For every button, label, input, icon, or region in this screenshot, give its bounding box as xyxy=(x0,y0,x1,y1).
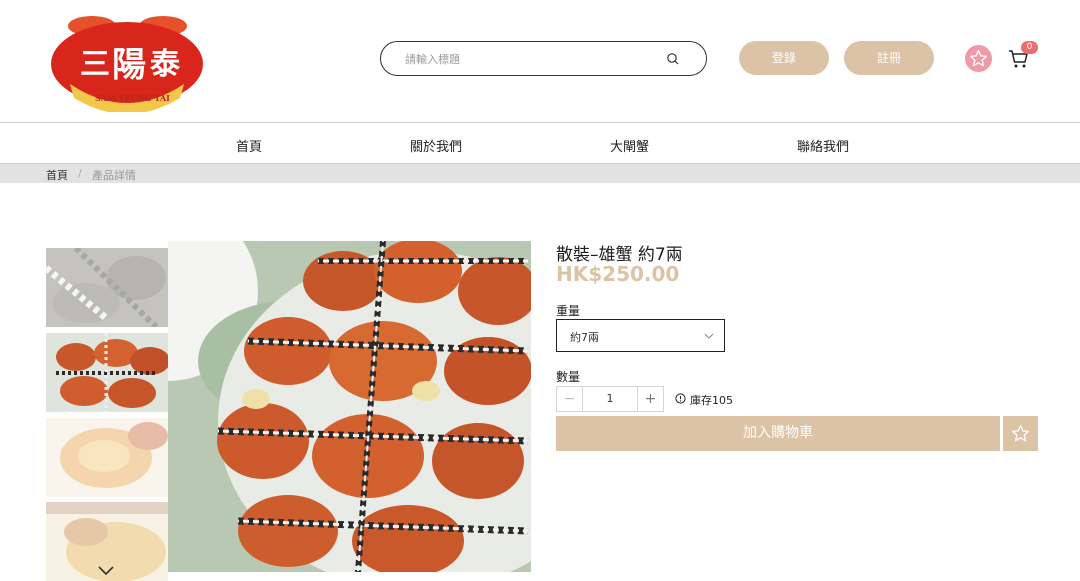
logo-char-2: 陽 xyxy=(112,45,146,85)
weight-label: 重量 xyxy=(556,304,581,318)
quantity-stepper: − 1 + xyxy=(556,386,664,412)
breadcrumb-current: 產品詳情 xyxy=(92,169,136,182)
breadcrumb: 首頁 / 產品詳情 xyxy=(0,164,1080,183)
breadcrumb-home[interactable]: 首頁 xyxy=(46,167,68,183)
quantity-input[interactable]: 1 xyxy=(583,387,637,411)
weight-selected-value: 約7兩 xyxy=(570,331,599,344)
search-bar xyxy=(380,41,707,76)
product-thumbnail-3[interactable] xyxy=(46,418,168,497)
quantity-decrease-button[interactable]: − xyxy=(557,387,583,411)
weight-select[interactable]: 約7兩 xyxy=(556,319,725,352)
product-main-image[interactable] xyxy=(168,241,531,572)
search-input[interactable] xyxy=(405,50,665,68)
product-thumbnail-2[interactable] xyxy=(46,333,168,412)
quantity-label: 數量 xyxy=(556,370,581,384)
logo[interactable]: 三 陽 泰 SAM YEUNG TAI xyxy=(50,12,205,114)
chevron-down-icon[interactable] xyxy=(97,563,115,577)
product-thumbnail-1[interactable] xyxy=(46,248,168,327)
stock-text: 庫存105 xyxy=(690,394,733,407)
logo-char-1: 三 xyxy=(80,47,110,82)
favorites-button[interactable] xyxy=(965,45,992,72)
add-to-cart-button[interactable]: 加入購物車 xyxy=(556,416,1000,451)
quantity-increase-button[interactable]: + xyxy=(637,387,663,411)
chevron-down-icon xyxy=(704,333,714,339)
breadcrumb-separator: / xyxy=(78,167,82,180)
nav-item-home[interactable]: 首頁 xyxy=(236,136,262,155)
nav-item-contact[interactable]: 聯絡我們 xyxy=(797,136,849,155)
nav-item-about[interactable]: 關於我們 xyxy=(410,136,462,155)
cart-count-badge: 0 xyxy=(1021,41,1038,54)
logo-subtitle: SAM YEUNG TAI xyxy=(95,93,170,103)
login-button[interactable]: 登錄 xyxy=(739,41,829,75)
register-button[interactable]: 註冊 xyxy=(844,41,934,75)
main-nav: 首頁 關於我們 大閘蟹 聯絡我們 xyxy=(0,122,1080,164)
nav-item-crab[interactable]: 大閘蟹 xyxy=(610,136,649,155)
star-icon xyxy=(969,50,988,67)
search-icon[interactable] xyxy=(666,52,680,66)
info-icon xyxy=(675,393,686,404)
logo-char-3: 泰 xyxy=(150,47,181,82)
star-icon xyxy=(1011,425,1030,442)
add-to-wishlist-button[interactable] xyxy=(1003,416,1038,451)
product-price: HK$250.00 xyxy=(556,262,680,286)
